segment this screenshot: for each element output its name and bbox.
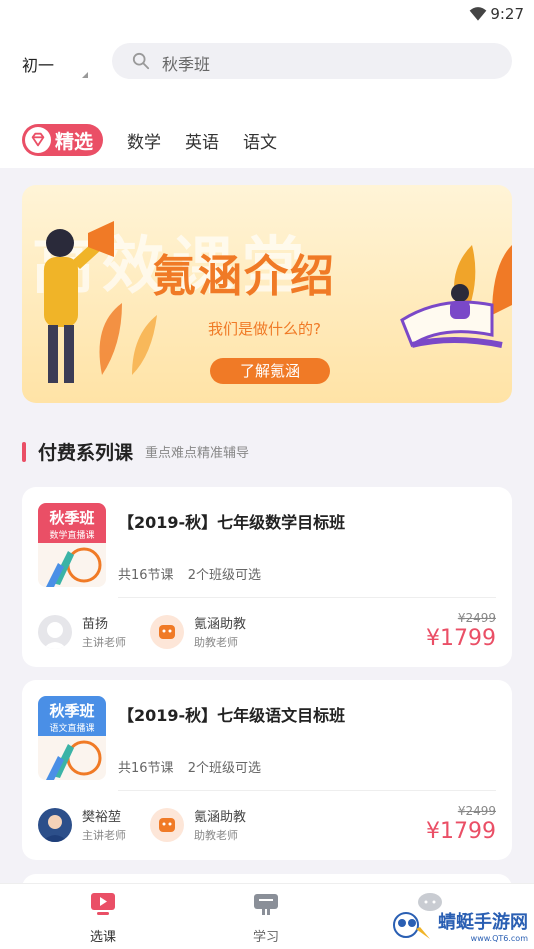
tab-featured-label: 精选 [55,130,94,153]
tab-chinese[interactable]: 语文 [243,128,277,153]
banner-subtitle: 我们是做什么的? [208,320,321,338]
nav-courses-label: 选课 [89,930,116,945]
original-price: ¥2499 [457,804,496,818]
course-title: 【2019-秋】七年级数学目标班 [118,513,346,532]
tab-english[interactable]: 英语 [185,128,219,153]
watermark-url: www.QT6.com [470,933,528,943]
course-card[interactable]: 秋季班 数学直播课 【2019-秋】七年级数学目标班 共16节课 2个班级可选 … [22,487,512,667]
class-options: 2个班级可选 [187,761,261,776]
assistant-role: 助教老师 [194,636,238,649]
banner-cta-button[interactable]: 了解氪涵 [210,358,330,384]
course-card[interactable]: 秋季班 语文直播课 【2019-秋】七年级语文目标班 共16节课 2个班级可选 … [22,680,512,860]
section-header: 付费系列课 重点难点精准辅导 [22,438,249,465]
course-cover: 秋季班 语文直播课 [38,696,106,780]
assistant-avatar [150,614,184,649]
sale-price: ¥1799 [426,626,496,651]
course-meta: 共16节课 2个班级可选 [118,757,261,776]
teacher-role: 主讲老师 [82,636,126,649]
nav-study[interactable]: 学习 [216,892,316,945]
course-title: 【2019-秋】七年级语文目标班 [118,706,346,725]
play-course-icon [91,893,115,915]
status-time: 9:27 [490,5,524,23]
teacher: 苗扬 主讲老师 [38,613,126,650]
study-icon [254,894,278,915]
section-subtitle: 重点难点精准辅导 [145,446,250,461]
search-icon [132,52,150,70]
assistant-role: 助教老师 [194,829,238,842]
lesson-count: 共16节课 [118,761,174,776]
section-title: 付费系列课 [38,442,134,464]
teacher-role: 主讲老师 [82,829,126,842]
lesson-count: 共16节课 [118,568,174,583]
assistant-name: 氪涵助教 [194,617,247,632]
header: 初一 秋季班 精选 数学 英语 语文 [0,28,534,168]
wifi-icon [469,7,487,21]
nav-study-label: 学习 [252,930,279,945]
teacher-name: 苗扬 [82,617,109,632]
cover-illustration [38,543,106,587]
watermark: 蜻蜓手游网 www.QT6.com [390,905,528,945]
diamond-icon [25,127,51,153]
teacher-name: 樊裕堃 [82,810,122,825]
watermark-text: 蜻蜓手游网 [438,911,528,933]
course-cover: 秋季班 数学直播课 [38,503,106,587]
cover-title: 秋季班 [49,509,95,527]
class-options: 2个班级可选 [187,568,261,583]
cover-illustration [38,736,106,780]
sale-price: ¥1799 [426,819,496,844]
divider [118,790,496,791]
grade-selector[interactable]: 初一 [22,52,54,76]
status-bar: 9:27 [0,0,534,28]
original-price: ¥2499 [457,611,496,625]
divider [118,597,496,598]
teacher: 樊裕堃 主讲老师 [38,806,126,843]
category-tabs: 精选 数学 英语 语文 [22,123,277,157]
dragonfly-logo-icon [393,912,430,939]
teacher-avatar [38,614,72,649]
tab-featured[interactable]: 精选 [22,124,104,156]
cover-subtitle: 数学直播课 [49,531,95,541]
grade-caret-icon[interactable] [82,72,88,78]
assistant: 氪涵助教 助教老师 [150,613,246,650]
section-accent-bar [22,441,26,462]
banner-title: 氪涵介绍 [152,251,336,302]
assistant-name: 氪涵助教 [194,810,247,825]
course-meta: 共16节课 2个班级可选 [118,564,261,583]
search-placeholder: 秋季班 [162,55,211,74]
search-bar[interactable]: 秋季班 [112,43,512,79]
nav-courses[interactable]: 选课 [53,892,153,945]
tab-math[interactable]: 数学 [127,128,161,153]
assistant: 氪涵助教 助教老师 [150,806,246,843]
cover-header: 秋季班 语文直播课 [38,696,106,736]
assistant-avatar [150,807,184,842]
cover-title: 秋季班 [49,702,95,720]
teacher-avatar [38,807,72,842]
cover-header: 秋季班 数学直播课 [38,503,106,543]
promo-banner[interactable]: 高效课堂 氪涵介绍 我们是做什么的? 了解氪涵 [22,185,512,403]
cover-subtitle: 语文直播课 [49,724,95,734]
